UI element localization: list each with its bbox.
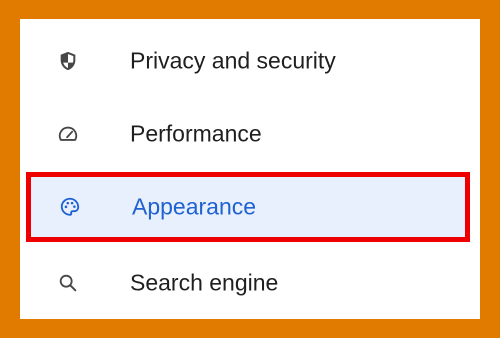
sidebar-item-privacy-and-security[interactable]: Privacy and security (20, 25, 480, 97)
palette-icon (58, 195, 82, 219)
sidebar-item-label: Search engine (130, 269, 279, 296)
sidebar-item-appearance[interactable]: Appearance (26, 172, 470, 242)
shield-icon (56, 49, 80, 73)
settings-sidebar: Privacy and security Performance Appeara… (20, 19, 480, 319)
sidebar-item-label: Appearance (132, 193, 257, 220)
sidebar-item-search-engine[interactable]: Search engine (20, 247, 480, 319)
sidebar-item-label: Privacy and security (130, 47, 336, 74)
sidebar-item-performance[interactable]: Performance (20, 98, 480, 170)
search-icon (56, 271, 80, 295)
speedometer-icon (56, 122, 80, 146)
sidebar-item-label: Performance (130, 120, 262, 147)
